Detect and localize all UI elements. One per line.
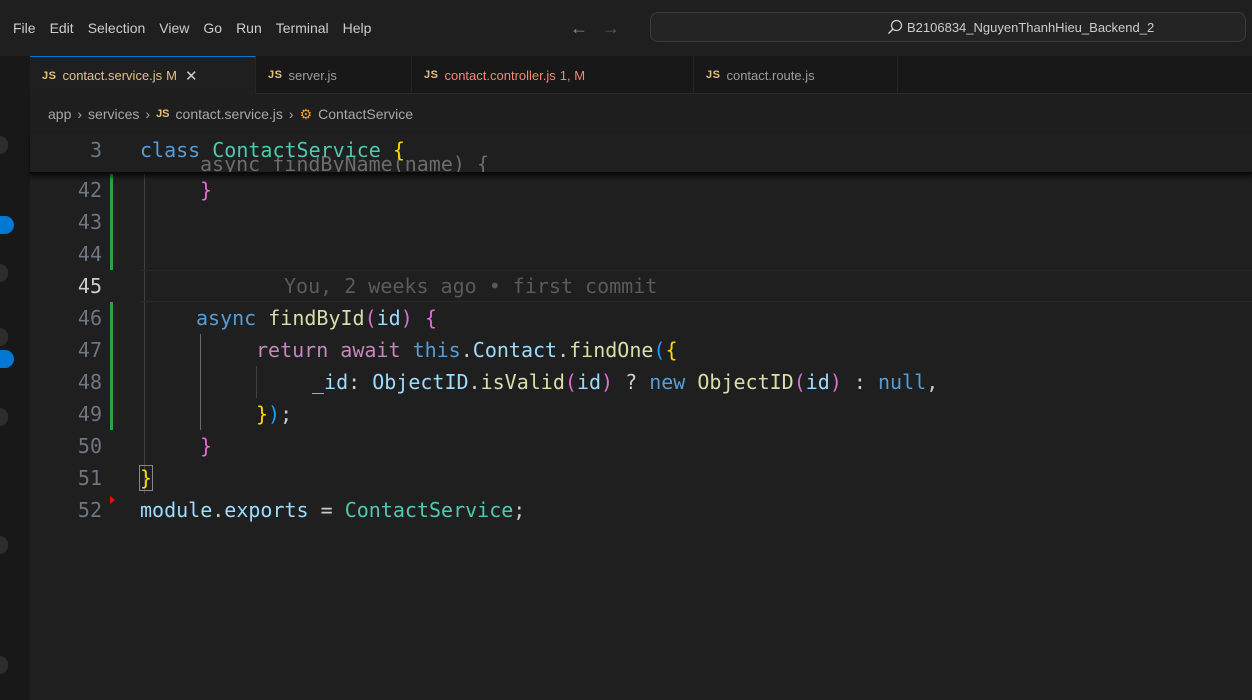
code-text: module.exports = ContactService; <box>140 498 526 522</box>
editor-tab-bar: JS contact.service.js M ✕ JS server.js J… <box>30 56 1252 94</box>
line-number: 49 <box>77 402 102 426</box>
tab-label: contact.controller.js <box>444 67 556 83</box>
tab-contact-route[interactable]: JS contact.route.js <box>694 56 898 94</box>
workspace-name: B2106834_NguyenThanhHieu_Backend_2 <box>907 19 1155 35</box>
breadcrumb: app › services › JS contact.service.js ›… <box>48 94 413 134</box>
menu-file[interactable]: File <box>6 20 43 36</box>
tab-label: contact.service.js <box>62 68 163 83</box>
activity-indicator[interactable] <box>0 264 8 282</box>
chevron-right-icon: › <box>288 106 294 122</box>
line-number: 42 <box>77 178 102 202</box>
tab-label: server.js <box>288 67 337 83</box>
navigation-arrows: ← → <box>570 0 620 56</box>
code-line: 49 }); <box>30 398 1252 430</box>
line-number: 50 <box>77 434 102 458</box>
line-number: 3 <box>89 138 102 162</box>
modified-indicator: M <box>166 68 178 83</box>
line-number: 48 <box>77 370 102 394</box>
menu-bar: File Edit Selection View Go Run Terminal… <box>6 0 378 56</box>
code-line: 51 } <box>30 462 1252 494</box>
activity-indicator[interactable] <box>0 136 8 154</box>
js-file-icon: JS <box>156 108 170 120</box>
activity-badge-indicator[interactable] <box>0 350 14 368</box>
code-line: 46 async findById(id) { <box>30 302 1252 334</box>
menu-help[interactable]: Help <box>336 20 379 36</box>
menu-selection[interactable]: Selection <box>81 20 153 36</box>
sticky-line: 3 class ContactService { <box>30 134 1252 166</box>
js-file-icon: JS <box>268 69 283 81</box>
menu-terminal[interactable]: Terminal <box>269 20 336 36</box>
code-text: async findById(id) { <box>196 306 437 330</box>
code-text: } <box>200 434 213 458</box>
code-line: 52 module.exports = ContactService; <box>30 494 1252 526</box>
line-number: 46 <box>77 306 102 330</box>
back-arrow-icon[interactable]: ← <box>570 18 588 39</box>
menu-run[interactable]: Run <box>229 20 269 36</box>
line-number: 52 <box>77 498 102 522</box>
class-symbol-icon: ⚙ <box>299 105 313 122</box>
line-number: 47 <box>77 338 102 362</box>
problems-indicator: 1, M <box>559 67 586 83</box>
command-center-search[interactable]: B2106834_NguyenThanhHieu_Backend_2 <box>650 12 1246 42</box>
js-file-icon: JS <box>424 69 439 81</box>
js-file-icon: JS <box>42 69 57 82</box>
menu-view[interactable]: View <box>152 20 196 36</box>
code-line: 42 } <box>30 174 1252 206</box>
git-blame-annotation: You, 2 weeks ago • first commit <box>284 274 658 298</box>
tab-contact-service[interactable]: JS contact.service.js M ✕ <box>30 56 256 94</box>
close-icon[interactable]: ✕ <box>185 67 198 85</box>
code-editor[interactable]: async findByName(name) { 3 class Contact… <box>30 134 1252 700</box>
line-number: 51 <box>77 466 102 490</box>
code-text: } <box>138 465 154 491</box>
forward-arrow-icon[interactable]: → <box>602 18 620 39</box>
chevron-right-icon: › <box>77 106 83 122</box>
activity-indicator[interactable] <box>0 328 8 346</box>
code-text: return await this.Contact.findOne({ <box>256 338 678 362</box>
menu-edit[interactable]: Edit <box>43 20 81 36</box>
activity-badge-indicator[interactable] <box>0 216 14 234</box>
tab-label: contact.route.js <box>726 67 815 83</box>
code-text: }); <box>256 402 293 426</box>
breadcrumb-file[interactable]: contact.service.js <box>176 106 283 122</box>
chevron-right-icon: › <box>145 106 151 122</box>
vscode-window: File Edit Selection View Go Run Terminal… <box>0 0 1252 700</box>
activity-bar <box>0 56 30 700</box>
activity-indicator[interactable] <box>0 536 8 554</box>
code-line: 50 } <box>30 430 1252 462</box>
matched-bracket: } <box>138 465 154 491</box>
js-file-icon: JS <box>706 69 721 81</box>
title-bar: File Edit Selection View Go Run Terminal… <box>0 0 1252 56</box>
code-line: 44 <box>30 238 1252 270</box>
menu-go[interactable]: Go <box>196 20 229 36</box>
tab-contact-controller[interactable]: JS contact.controller.js 1, M <box>412 56 694 94</box>
search-icon <box>887 19 903 35</box>
line-number: 44 <box>77 242 102 266</box>
breadcrumb-folder-services[interactable]: services <box>88 106 139 122</box>
activity-indicator[interactable] <box>0 408 8 426</box>
code-text: class ContactService { <box>140 138 405 162</box>
code-line: 48 _id: ObjectID.isValid(id) ? new Objec… <box>30 366 1252 398</box>
breadcrumb-folder-app[interactable]: app <box>48 106 71 122</box>
activity-indicator[interactable] <box>0 656 8 674</box>
code-text: } <box>200 178 213 202</box>
code-line: 45 You, 2 weeks ago • first commit <box>30 270 1252 302</box>
code-line: 43 <box>30 206 1252 238</box>
line-number: 43 <box>77 210 102 234</box>
tab-server[interactable]: JS server.js <box>256 56 412 94</box>
code-line: 47 return await this.Contact.findOne({ <box>30 334 1252 366</box>
line-number: 45 <box>77 274 102 298</box>
sticky-scroll-header[interactable]: async findByName(name) { 3 class Contact… <box>30 134 1252 174</box>
breadcrumb-symbol[interactable]: ContactService <box>318 106 413 122</box>
code-text: _id: ObjectID.isValid(id) ? new ObjectID… <box>312 370 939 394</box>
